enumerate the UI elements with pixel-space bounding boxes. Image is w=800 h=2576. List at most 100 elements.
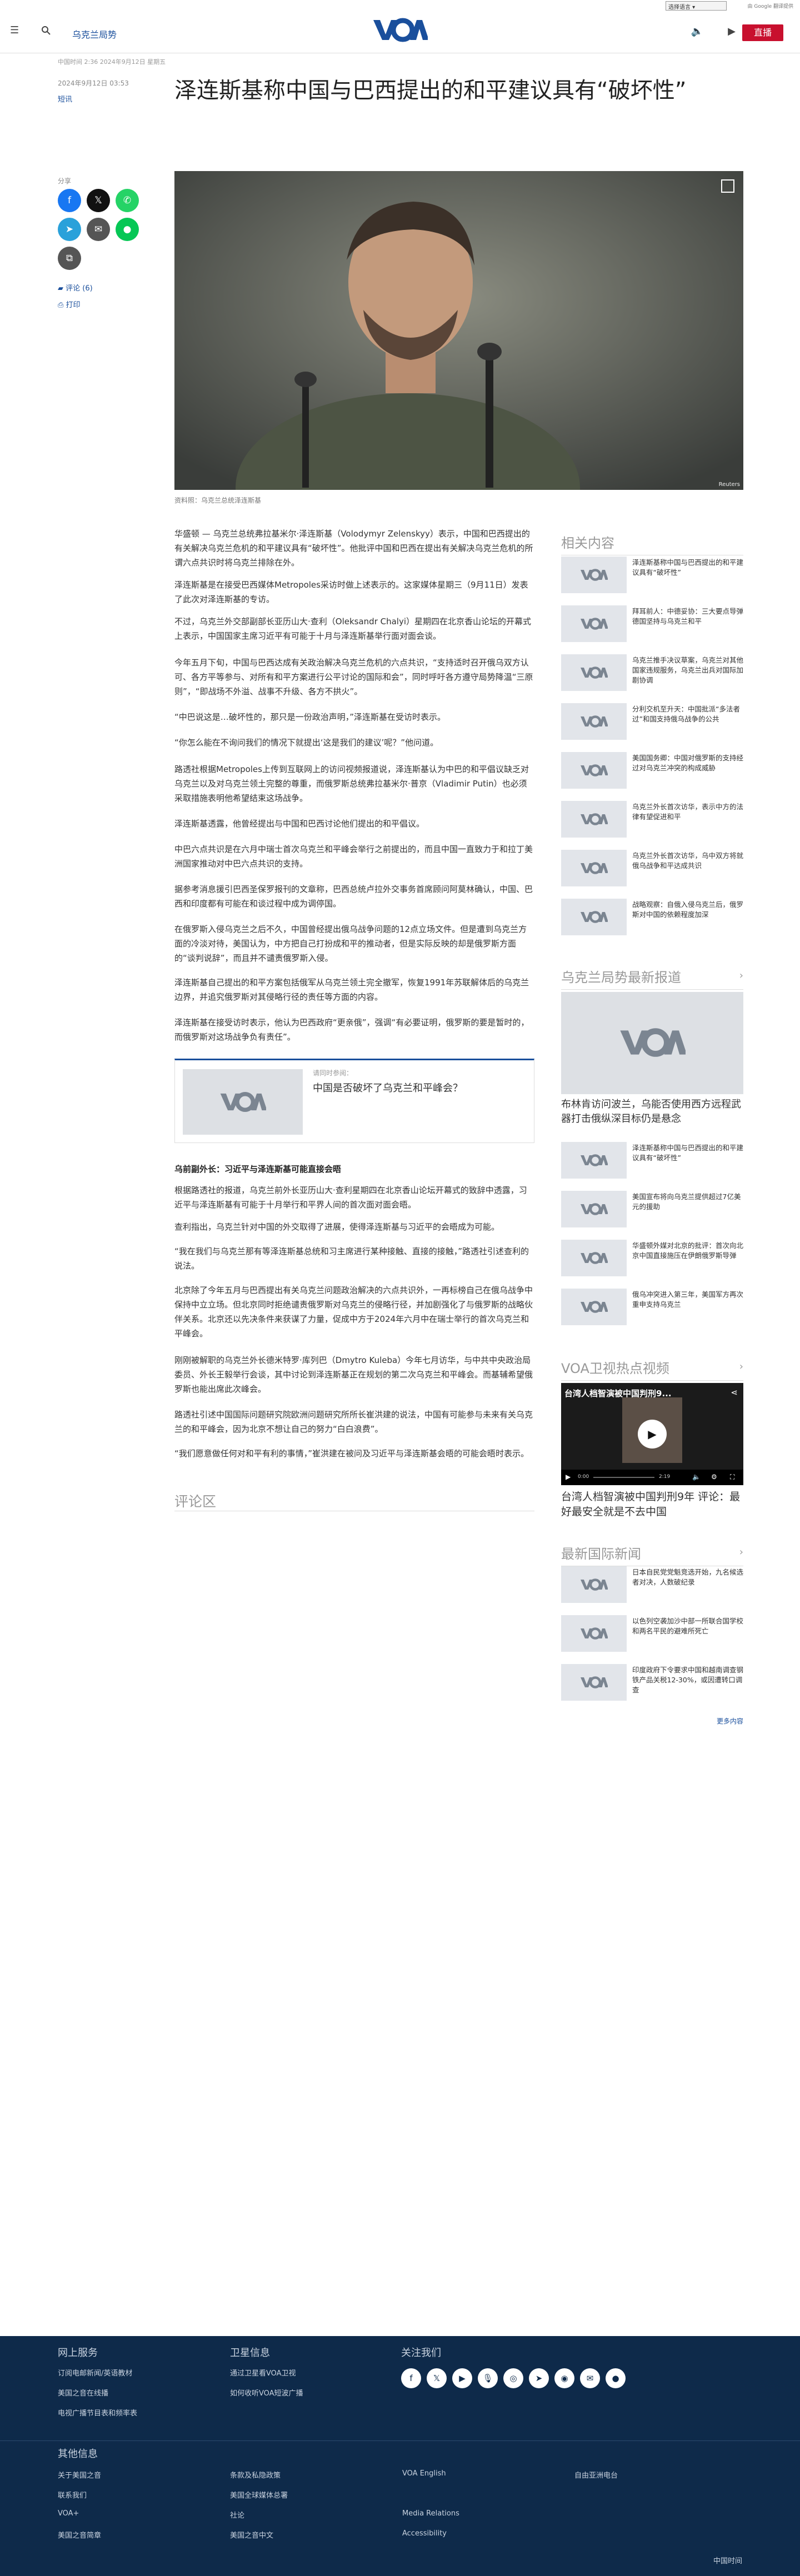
- rail-item-title[interactable]: 华盛顿外媒对北京的批评：首次向北京中国直接施压在伊朗俄罗斯导弹: [632, 1241, 743, 1261]
- progress-bar[interactable]: [593, 1477, 654, 1478]
- search-icon[interactable]: [41, 26, 51, 38]
- podcast-icon[interactable]: 🎙: [478, 2368, 498, 2388]
- latest-big-title[interactable]: 布林肯访问波兰，乌能否使用西方远程武器打击俄纵深目标仍是悬念: [561, 1097, 743, 1126]
- volume-icon[interactable]: 🔈: [692, 1473, 701, 1481]
- facebook-icon[interactable]: f: [401, 2368, 421, 2388]
- comments-heading: 评论区: [174, 1494, 217, 1510]
- rail-thumbnail: [561, 1191, 627, 1227]
- rail-item[interactable]: 拜耳前人：中德妥协：三大要点导弹德国坚持与乌克兰和平: [561, 605, 743, 642]
- rail-item-title[interactable]: 乌克兰外长首次访华，乌中双方将就俄乌战争和平达成共识: [632, 851, 743, 871]
- rail-item-title[interactable]: 乌克兰推手决议草案，乌克兰对其他国家违规服务，乌克兰出兵对国际加剧协调: [632, 655, 743, 685]
- intl-heading[interactable]: 最新国际新闻 ›: [561, 1543, 743, 1566]
- footer-link[interactable]: 订阅电邮新闻/英语教材: [58, 2367, 132, 2378]
- rail-item-title[interactable]: 泽连斯基称中国与巴西提出的和平建议具有“破坏性”: [632, 558, 743, 578]
- article-paragraph: 泽连斯基是在接受巴西媒体Metropoles采访时做上述表示的。这家媒体星期三（…: [174, 580, 528, 604]
- telegram-icon[interactable]: ➤: [529, 2368, 549, 2388]
- related-title[interactable]: 中国是否破坏了乌克兰和平峰会？: [313, 1081, 524, 1096]
- more-link[interactable]: 更多内容: [688, 1716, 743, 1726]
- footer-about-link[interactable]: 条款及私隐政策: [230, 2469, 281, 2480]
- footer-about-link[interactable]: 社论: [230, 2509, 244, 2520]
- rail-item-title[interactable]: 日本自民党党魁竞选开始，九名候选者对决，人数破纪录: [632, 1567, 743, 1587]
- article-paragraph: 华盛顿 — 乌克兰总统弗拉基米尔·泽连斯基（Volodymyr Zelensky…: [174, 529, 533, 568]
- x-icon[interactable]: 𝕏: [427, 2368, 447, 2388]
- video-title[interactable]: 台湾人档智演被中国判刑9年 评论：最好最安全就是不去中国: [561, 1490, 743, 1520]
- rail-thumbnail: [561, 654, 627, 691]
- rail-item[interactable]: 日本自民党党魁竞选开始，九名候选者对决，人数破纪录: [561, 1566, 743, 1603]
- rail-item[interactable]: 乌克兰外长首次访华，乌中双方将就俄乌战争和平达成共识: [561, 850, 743, 886]
- copy-link-icon[interactable]: ⧉: [58, 247, 81, 270]
- rail-item[interactable]: 战略观察：自俄入侵乌克兰后，俄罗斯对中国的依赖程度加深: [561, 899, 743, 935]
- footer-link[interactable]: 电视广播节目表和频率表: [58, 2407, 137, 2418]
- footer-about-link[interactable]: Accessibility: [402, 2529, 447, 2538]
- x-share-icon[interactable]: 𝕏: [87, 189, 110, 212]
- chevron-right-icon: ›: [739, 1361, 743, 1372]
- rail-item[interactable]: 乌克兰外长首次访华，表示中方的法律有望促进和平: [561, 801, 743, 838]
- rail-item[interactable]: 美国宣布将向乌克兰提供超过7亿美元的援助: [561, 1191, 743, 1227]
- facebook-share-icon[interactable]: f: [58, 189, 81, 212]
- footer-link[interactable]: 如何收听VOA短波广播: [230, 2387, 303, 2398]
- video-camera-icon[interactable]: ▶: [728, 27, 736, 37]
- rail-item-title[interactable]: 印度政府下令要求中国和越南调查钢铁产品关税12-30%，或因遭转口调查: [632, 1665, 743, 1695]
- print-link[interactable]: ⎙ 打印: [58, 299, 81, 309]
- rail-item-title[interactable]: 美国国务卿：中国对俄罗斯的支持经过对乌克兰冲突的构成威胁: [632, 753, 743, 773]
- rail-item-title[interactable]: 战略观察：自俄入侵乌克兰后，俄罗斯对中国的依赖程度加深: [632, 900, 743, 920]
- section-link[interactable]: 乌克兰局势: [72, 27, 117, 41]
- rail-item[interactable]: 分利交机至升天：中国批派“多法者过”和国支持俄乌战争的公共: [561, 703, 743, 740]
- email-share-icon[interactable]: ✉: [87, 218, 110, 241]
- rail-item-title[interactable]: 拜耳前人：中德妥协：三大要点导弹德国坚持与乌克兰和平: [632, 607, 743, 627]
- rail-item[interactable]: 以色列空袭加沙中部一所联合国学校和两名平民的避难所死亡: [561, 1615, 743, 1652]
- fullscreen-icon[interactable]: ⛶: [730, 1473, 734, 1481]
- rail-item[interactable]: 乌克兰推手决议草案，乌克兰对其他国家违规服务，乌克兰出兵对国际加剧协调: [561, 654, 743, 691]
- footer-about-link[interactable]: 自由亚洲电台: [574, 2469, 618, 2480]
- rss-icon[interactable]: ◉: [554, 2368, 574, 2388]
- language-select[interactable]: 选择语言 ▾: [666, 1, 727, 11]
- footer-link[interactable]: 美国之音在线播: [58, 2387, 108, 2398]
- footer-about-link[interactable]: 美国之音中文: [230, 2529, 273, 2540]
- footer-about-link[interactable]: 联系我们: [58, 2489, 87, 2500]
- email-icon[interactable]: ✉: [580, 2368, 600, 2388]
- footer-about-link[interactable]: Media Relations: [402, 2509, 459, 2518]
- rail-item-title[interactable]: 美国宣布将向乌克兰提供超过7亿美元的援助: [632, 1192, 743, 1212]
- settings-icon[interactable]: ⚙: [711, 1473, 717, 1481]
- instagram-icon[interactable]: ◎: [503, 2368, 523, 2388]
- rail-item-title[interactable]: 分利交机至升天：中国批派“多法者过”和国支持俄乌战争的公共: [632, 704, 743, 724]
- youtube-icon[interactable]: ▶: [452, 2368, 472, 2388]
- rail-item[interactable]: 泽连斯基称中国与巴西提出的和平建议具有“破坏性”: [561, 1142, 743, 1179]
- latest-big-thumbnail[interactable]: [561, 992, 743, 1094]
- rail-item-title[interactable]: 乌克兰外长首次访华，表示中方的法律有望促进和平: [632, 802, 743, 822]
- latest-heading[interactable]: 乌克兰局势最新报道 ›: [561, 966, 743, 990]
- audio-icon[interactable]: 🔈: [691, 27, 703, 37]
- rail-item-title[interactable]: 俄乌冲突进入第三年，美国军方再次重申支持乌克兰: [632, 1290, 743, 1310]
- menu-icon[interactable]: ☰: [10, 26, 19, 36]
- footer-link[interactable]: 通过卫星看VOA卫视: [230, 2367, 296, 2378]
- share-icon[interactable]: ⋖: [731, 1387, 738, 1397]
- rail-item[interactable]: 美国国务卿：中国对俄罗斯的支持经过对乌克兰冲突的构成威胁: [561, 752, 743, 789]
- play-small-icon[interactable]: ▶: [566, 1473, 571, 1481]
- rail-thumbnail: [561, 703, 627, 740]
- video-current-time: 0:00: [578, 1474, 589, 1480]
- related-article-card[interactable]: 请同时参阅： 中国是否破坏了乌克兰和平峰会？: [174, 1059, 534, 1143]
- telegram-share-icon[interactable]: ➤: [58, 218, 81, 241]
- rail-item-title[interactable]: 以色列空袭加沙中部一所联合国学校和两名平民的避难所死亡: [632, 1616, 743, 1636]
- latest-heading-label: 乌克兰局势最新报道: [561, 970, 681, 985]
- line-icon[interactable]: ●: [606, 2368, 626, 2388]
- live-button[interactable]: 直播: [742, 24, 783, 41]
- footer-about-link[interactable]: VOA English: [402, 2469, 446, 2478]
- line-share-icon[interactable]: ●: [116, 218, 139, 241]
- voa-logo[interactable]: [372, 18, 428, 42]
- play-icon[interactable]: ▶: [638, 1420, 667, 1449]
- rail-item-title[interactable]: 泽连斯基称中国与巴西提出的和平建议具有“破坏性”: [632, 1143, 743, 1163]
- footer-about-link[interactable]: 美国之音简章: [58, 2529, 101, 2540]
- footer-about-link[interactable]: 关于美国之音: [58, 2469, 101, 2480]
- category-link[interactable]: 短讯: [58, 93, 72, 104]
- rail-item[interactable]: 印度政府下令要求中国和越南调查钢铁产品关税12-30%，或因遭转口调查: [561, 1664, 743, 1701]
- video-heading[interactable]: VOA卫视热点视频 ›: [561, 1357, 743, 1381]
- rail-item[interactable]: 泽连斯基称中国与巴西提出的和平建议具有“破坏性”: [561, 557, 743, 593]
- comments-link[interactable]: ▰ 评论 (6): [58, 282, 93, 293]
- video-player[interactable]: 台湾人档智演被中国判刑9... ⋖ ▶ ▶ 0:00 2:19 🔈 ⚙ ⛶: [561, 1383, 743, 1485]
- rail-item[interactable]: 俄乌冲突进入第三年，美国军方再次重申支持乌克兰: [561, 1289, 743, 1325]
- footer-about-link[interactable]: 美国全球媒体总署: [230, 2489, 288, 2500]
- footer-about-link[interactable]: VOA+: [58, 2509, 79, 2518]
- whatsapp-share-icon[interactable]: ✆: [116, 189, 139, 212]
- rail-item[interactable]: 华盛顿外媒对北京的批评：首次向北京中国直接施压在伊朗俄罗斯导弹: [561, 1240, 743, 1276]
